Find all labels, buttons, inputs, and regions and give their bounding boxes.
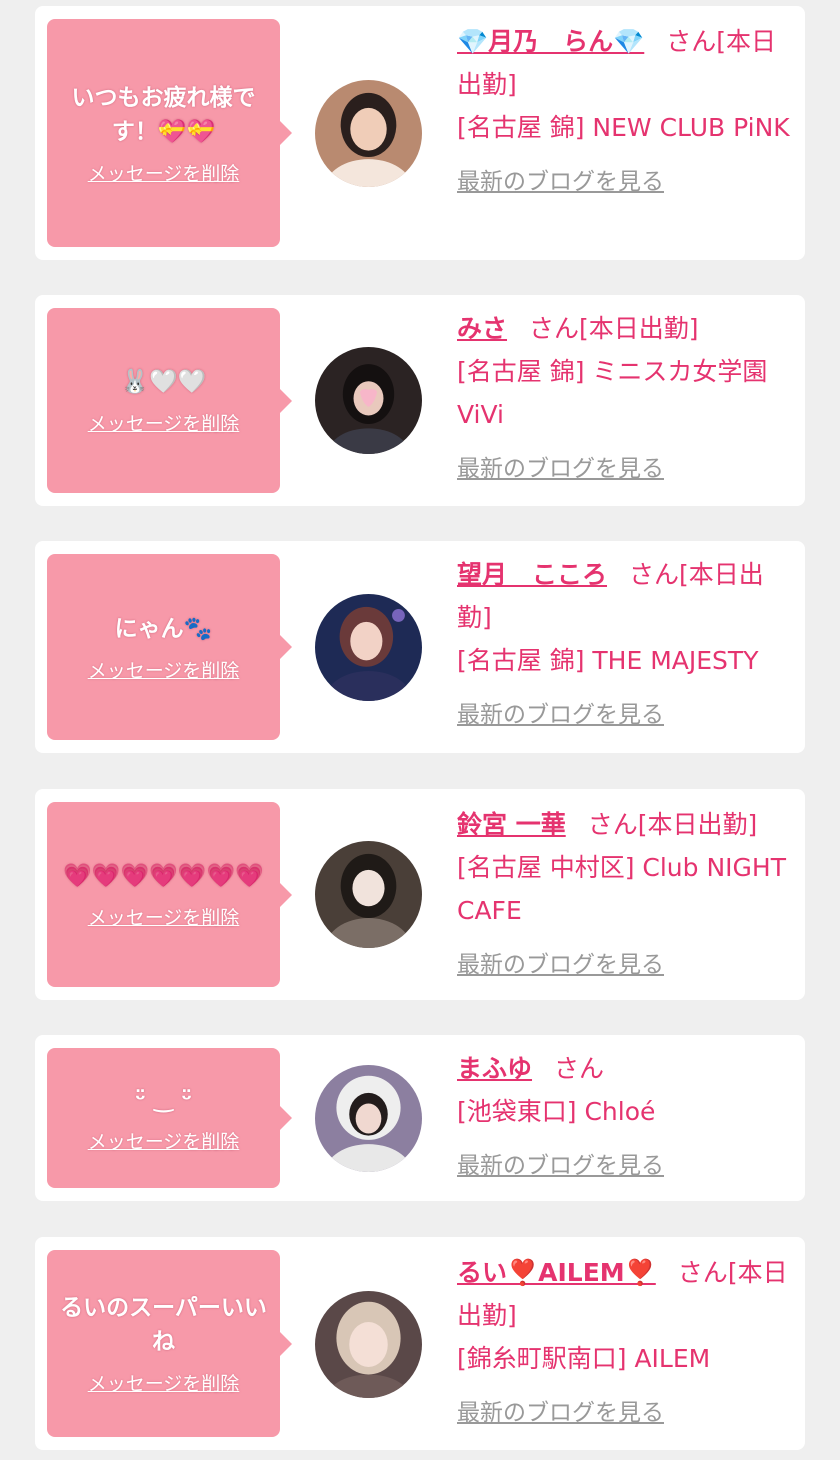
latest-blog-link[interactable]: 最新のブログを見る bbox=[457, 1392, 797, 1435]
shop-name: [名古屋 錦] NEW CLUB PiNK bbox=[457, 113, 790, 142]
avatar-photo-icon bbox=[315, 347, 422, 454]
honorific: さん bbox=[529, 314, 580, 343]
avatar[interactable] bbox=[315, 80, 422, 187]
avatar-photo-icon bbox=[315, 1291, 422, 1398]
avatar[interactable] bbox=[315, 1065, 422, 1172]
member-name-link[interactable]: 鈴宮 一華 bbox=[457, 810, 566, 839]
delete-message-link[interactable]: メッセージを削除 bbox=[88, 1127, 240, 1154]
message-text: るいのスーパーいいね bbox=[60, 1295, 267, 1355]
avatar[interactable] bbox=[315, 347, 422, 454]
latest-blog-link[interactable]: 最新のブログを見る bbox=[457, 1145, 797, 1188]
message-card: にゃん🐾 メッセージを削除 望月 こころ さん[本日出勤] [名古屋 錦] THE… bbox=[35, 541, 805, 753]
message-bubble: 🐰🤍🤍 メッセージを削除 bbox=[47, 308, 292, 493]
message-bubble: ᵕ̈ ‿ ᵕ̈ メッセージを削除 bbox=[47, 1048, 292, 1188]
member-name-link[interactable]: 💎月乃 らん💎 bbox=[457, 27, 644, 56]
message-text: ᵕ̈ ‿ ᵕ̈ bbox=[134, 1086, 193, 1113]
member-info: るい❣️AILEM❣️ さん[本日出勤] [錦糸町駅南口] AILEM 最新のブロ… bbox=[457, 1251, 797, 1435]
avatar-photo-icon bbox=[315, 1065, 422, 1172]
message-bubble: いつもお疲れ様です！💝💝 メッセージを削除 bbox=[47, 19, 292, 247]
message-text: 💗💗💗💗💗💗💗 bbox=[63, 863, 264, 889]
honorific: さん bbox=[554, 1054, 605, 1083]
honorific: さん bbox=[587, 810, 638, 839]
delete-message-link[interactable]: メッセージを削除 bbox=[88, 656, 240, 683]
latest-blog-link[interactable]: 最新のブログを見る bbox=[457, 694, 797, 737]
attendance-status: [本日出勤] bbox=[637, 810, 758, 839]
message-text: 🐰🤍🤍 bbox=[120, 369, 207, 395]
avatar[interactable] bbox=[315, 841, 422, 948]
avatar-photo-icon bbox=[315, 841, 422, 948]
honorific: さん bbox=[629, 560, 680, 589]
message-card: 💗💗💗💗💗💗💗 メッセージを削除 鈴宮 一華 さん[本日出勤] [名古屋 中村区]… bbox=[35, 789, 805, 1000]
honorific: さん bbox=[677, 1258, 728, 1287]
message-bubble: にゃん🐾 メッセージを削除 bbox=[47, 554, 292, 740]
member-name-link[interactable]: 望月 こころ bbox=[457, 560, 607, 589]
attendance-status: [本日出勤] bbox=[579, 314, 699, 343]
message-card: いつもお疲れ様です！💝💝 メッセージを削除 💎月乃 らん💎 さん[本日出勤] [名… bbox=[35, 6, 805, 260]
message-bubble: 💗💗💗💗💗💗💗 メッセージを削除 bbox=[47, 802, 292, 987]
message-bubble: るいのスーパーいいね メッセージを削除 bbox=[47, 1250, 292, 1437]
member-info: みさ さん[本日出勤] [名古屋 錦] ミニスカ女学園ViVi 最新のブログを見る bbox=[457, 307, 797, 491]
member-name-link[interactable]: まふゆ bbox=[457, 1054, 532, 1083]
shop-name: [錦糸町駅南口] AILEM bbox=[457, 1344, 711, 1373]
latest-blog-link[interactable]: 最新のブログを見る bbox=[457, 944, 797, 987]
shop-name: [池袋東口] Chloé bbox=[457, 1097, 656, 1126]
honorific: さん bbox=[666, 27, 717, 56]
shop-name: [名古屋 錦] ミニスカ女学園ViVi bbox=[457, 357, 768, 429]
delete-message-link[interactable]: メッセージを削除 bbox=[88, 159, 240, 186]
delete-message-link[interactable]: メッセージを削除 bbox=[88, 409, 240, 436]
message-text: にゃん🐾 bbox=[114, 615, 213, 642]
member-name-link[interactable]: みさ bbox=[457, 314, 507, 343]
avatar-photo-icon bbox=[315, 594, 422, 701]
delete-message-link[interactable]: メッセージを削除 bbox=[88, 903, 240, 930]
message-card: るいのスーパーいいね メッセージを削除 るい❣️AILEM❣️ さん[本日出勤] … bbox=[35, 1237, 805, 1450]
avatar[interactable] bbox=[315, 594, 422, 701]
delete-message-link[interactable]: メッセージを削除 bbox=[88, 1369, 240, 1396]
latest-blog-link[interactable]: 最新のブログを見る bbox=[457, 448, 797, 491]
member-info: 鈴宮 一華 さん[本日出勤] [名古屋 中村区] Club NIGHT CAFE … bbox=[457, 803, 797, 987]
latest-blog-link[interactable]: 最新のブログを見る bbox=[457, 161, 797, 204]
message-text: いつもお疲れ様です！💝💝 bbox=[71, 84, 256, 145]
shop-name: [名古屋 中村区] Club NIGHT CAFE bbox=[457, 853, 786, 925]
avatar-photo-icon bbox=[315, 80, 422, 187]
member-info: 💎月乃 らん💎 さん[本日出勤] [名古屋 錦] NEW CLUB PiNK 最新… bbox=[457, 20, 797, 204]
member-name-link[interactable]: るい❣️AILEM❣️ bbox=[457, 1258, 656, 1287]
message-card: 🐰🤍🤍 メッセージを削除 みさ さん[本日出勤] [名古屋 錦] ミニスカ女学園V… bbox=[35, 295, 805, 506]
message-card: ᵕ̈ ‿ ᵕ̈ メッセージを削除 まふゆ さん [池袋東口] Chloé 最新のブ… bbox=[35, 1035, 805, 1201]
avatar[interactable] bbox=[315, 1291, 422, 1398]
member-info: まふゆ さん [池袋東口] Chloé 最新のブログを見る bbox=[457, 1047, 797, 1188]
shop-name: [名古屋 錦] THE MAJESTY bbox=[457, 646, 759, 675]
member-info: 望月 こころ さん[本日出勤] [名古屋 錦] THE MAJESTY 最新のブロ… bbox=[457, 553, 797, 737]
